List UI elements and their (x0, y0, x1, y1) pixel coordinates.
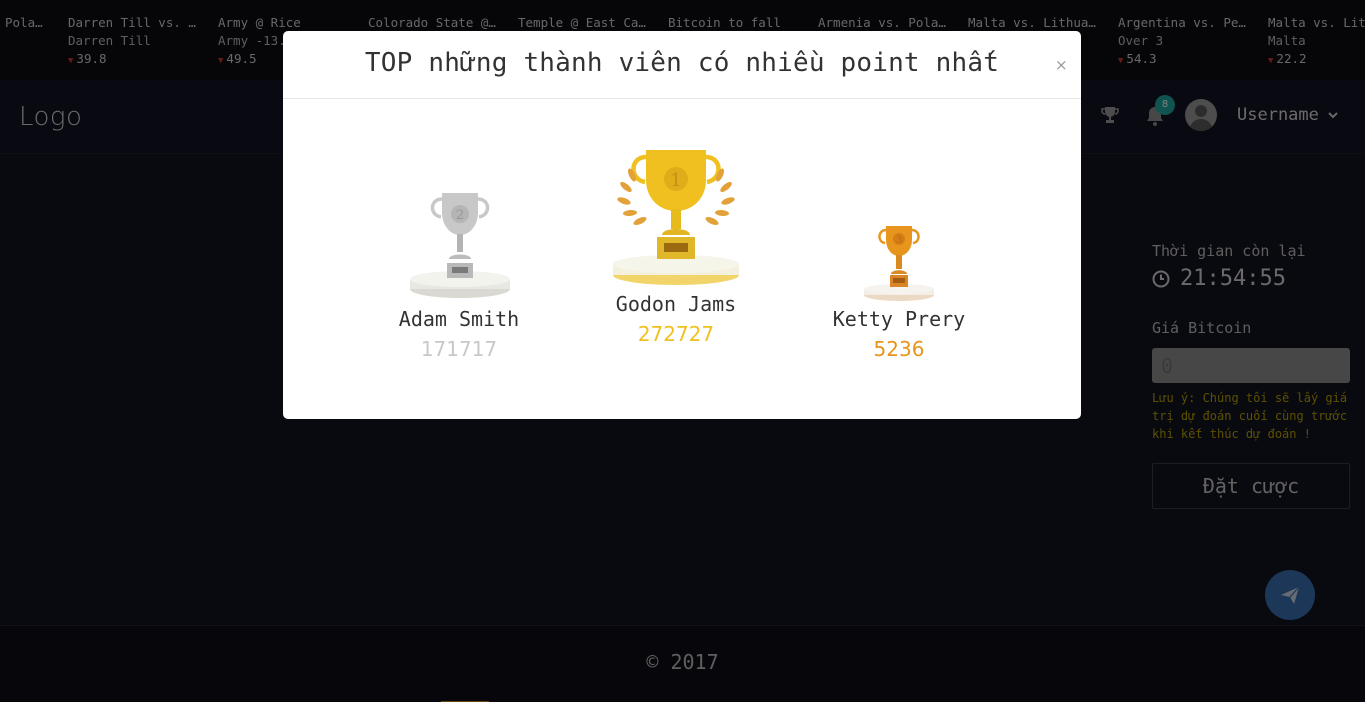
winner-name: Godon Jams (615, 292, 737, 316)
svg-text:2: 2 (456, 208, 464, 223)
winner-name: Ketty Prery (832, 307, 966, 331)
close-button[interactable]: × (1055, 56, 1068, 74)
winner-score: 5236 (873, 337, 925, 361)
svg-text:3: 3 (896, 235, 902, 246)
modal-header: TOP những thành viên có nhiều point nhất… (283, 31, 1081, 99)
leaderboard-modal: TOP những thành viên có nhiều point nhất… (283, 31, 1081, 419)
silver-trophy-icon: 2 (410, 193, 510, 298)
modal-title: TOP những thành viên có nhiều point nhất (364, 48, 1000, 78)
gold-trophy-icon: 1 (613, 150, 739, 285)
bronze-trophy-icon: 3 (864, 226, 934, 301)
winner-score: 171717 (420, 337, 498, 361)
winner-name: Adam Smith (398, 307, 520, 331)
svg-text:1: 1 (670, 170, 681, 191)
winner-score: 272727 (637, 322, 715, 346)
